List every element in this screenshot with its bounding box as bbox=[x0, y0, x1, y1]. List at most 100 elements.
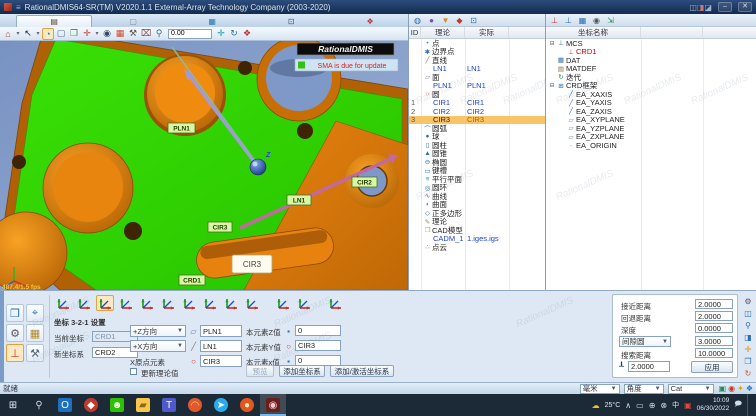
clock[interactable]: 10:09 06/30/2022 bbox=[697, 397, 730, 413]
csys-row-EA_ZXPLANE[interactable]: ▱EA_ZXPLANE bbox=[546, 133, 756, 142]
view-eye-icon[interactable]: ◉ bbox=[101, 28, 113, 40]
outlook-app[interactable]: O bbox=[52, 394, 78, 416]
explorer-app[interactable]: ▰ bbox=[130, 394, 156, 416]
delete-icon[interactable]: ⌧ bbox=[140, 28, 152, 40]
probe-compass-icon[interactable]: ◔ bbox=[42, 28, 54, 40]
clearance-select[interactable]: 间隙圆▼ bbox=[619, 336, 671, 347]
temperature[interactable]: 25°C bbox=[605, 402, 621, 409]
tab-display[interactable]: ⊡ bbox=[253, 15, 329, 27]
axes-dropdown-icon[interactable]: ▾ bbox=[94, 28, 100, 40]
add-activate-csys-button[interactable]: 添加/激活坐标系 bbox=[330, 365, 394, 377]
strip-probe2-icon[interactable]: ❒ bbox=[742, 356, 754, 366]
strip-view-icon[interactable]: ◨ bbox=[742, 332, 754, 342]
solid-view-icon[interactable]: ❐ bbox=[68, 28, 80, 40]
tolerance-input[interactable] bbox=[168, 29, 212, 39]
viewport-canvas[interactable]: Z PLN1 LN1 CIR2 CIR3 bbox=[0, 41, 408, 290]
label-pln1[interactable]: PLN1 bbox=[168, 123, 195, 133]
dock-sensor-button[interactable]: ⚙ bbox=[6, 324, 24, 342]
security-app[interactable]: ◆ bbox=[78, 394, 104, 416]
rotate-view-icon[interactable]: ↻ bbox=[228, 28, 240, 40]
menu-icon[interactable]: ≡ bbox=[16, 3, 21, 12]
feature-row-圆[interactable]: ○圆 bbox=[409, 90, 545, 99]
csys-row-CRD框架[interactable]: ⊟⊞CRD框架 bbox=[546, 82, 756, 91]
column-theory[interactable]: 理论 bbox=[421, 27, 465, 38]
depth-field[interactable] bbox=[695, 323, 733, 333]
dock-csys-button[interactable]: ⊥ bbox=[6, 344, 24, 362]
probe-group-icon[interactable]: ❖ bbox=[241, 28, 253, 40]
teams-app[interactable]: T bbox=[156, 394, 182, 416]
cat-select[interactable]: Cat▼ bbox=[668, 384, 714, 394]
csys-machine-tool[interactable] bbox=[326, 295, 344, 311]
csys-add-icon[interactable]: ⊥ bbox=[563, 15, 574, 26]
status-indicator-3[interactable]: ✦ bbox=[737, 384, 744, 393]
csys-datum-tool[interactable] bbox=[295, 295, 313, 311]
viewport-3d[interactable]: Z PLN1 LN1 CIR2 CIR3 bbox=[0, 41, 408, 290]
column-actual[interactable]: 实际 bbox=[465, 27, 509, 38]
select-region-icon[interactable]: ▢ bbox=[55, 28, 67, 40]
tree-expander-icon[interactable]: ⊟ bbox=[548, 40, 556, 47]
csys-cad-align-tool[interactable] bbox=[180, 295, 198, 311]
dock-machine-button[interactable]: ⚒ bbox=[26, 344, 44, 362]
x-feature-field[interactable] bbox=[200, 340, 242, 352]
csys-export-icon[interactable]: ⇲ bbox=[605, 15, 616, 26]
rationaldmis-app[interactable]: ◉ bbox=[260, 394, 286, 416]
x-direction-select[interactable]: +X方向▼ bbox=[130, 340, 186, 352]
feature-sphere-icon[interactable]: ◍ bbox=[412, 15, 423, 26]
csys-321-tool[interactable] bbox=[54, 295, 72, 311]
color-map-icon[interactable]: ▦ bbox=[114, 28, 126, 40]
clip-plane-icon[interactable]: ✛ bbox=[215, 28, 227, 40]
csys-row-EA_YAXIS[interactable]: ╱EA_YAXIS bbox=[546, 99, 756, 108]
alert-icon[interactable]: ▣ bbox=[684, 401, 692, 410]
hidden-icons-chevron[interactable]: ∧ bbox=[625, 401, 631, 410]
status-indicator-2[interactable]: ◉ bbox=[728, 384, 735, 393]
label-cir3[interactable]: CIR3 bbox=[208, 222, 232, 232]
csys-row-EA_YZPLANE[interactable]: ▱EA_YZPLANE bbox=[546, 124, 756, 133]
csys-axis-icon[interactable]: ⊥ bbox=[549, 15, 560, 26]
label-ln1[interactable]: LN1 bbox=[287, 195, 311, 205]
approach-field[interactable] bbox=[695, 299, 733, 309]
csys-iterative-tool[interactable] bbox=[138, 295, 156, 311]
tab-options[interactable]: ❖ bbox=[332, 15, 408, 27]
clearance-field[interactable] bbox=[695, 336, 733, 346]
cursor-icon[interactable]: ↖ bbox=[22, 28, 34, 40]
titlebar-remote-icon[interactable]: ◫ bbox=[689, 3, 697, 12]
preview-button[interactable]: 预览 bbox=[246, 365, 274, 377]
feature-row-CAD模型[interactable]: ❒CAD模型 bbox=[409, 226, 545, 235]
retract-field[interactable] bbox=[695, 311, 733, 321]
tab-measure[interactable]: ▤ bbox=[16, 15, 92, 27]
strip-probe-icon[interactable]: ⚙ bbox=[742, 296, 754, 306]
csys-translate-tool[interactable] bbox=[243, 295, 261, 311]
firefox-app[interactable]: ◠ bbox=[182, 394, 208, 416]
feature-row-直线[interactable]: ╱直线 bbox=[409, 56, 545, 65]
search-field[interactable] bbox=[695, 348, 733, 358]
wechat-app[interactable]: ☻ bbox=[104, 394, 130, 416]
origin-feature-field[interactable] bbox=[200, 355, 242, 367]
csys-build-tool[interactable] bbox=[274, 295, 292, 311]
battery-icon[interactable]: ▭ bbox=[636, 401, 644, 410]
notification-center-icon[interactable]: 🗩 bbox=[734, 400, 742, 411]
feature-ball-icon[interactable]: ● bbox=[426, 15, 437, 26]
strip-sensor-icon[interactable]: ◫ bbox=[742, 308, 754, 318]
csys-row-DAT[interactable]: ▦DAT bbox=[546, 56, 756, 65]
update-theory-checkbox[interactable] bbox=[130, 368, 137, 375]
search-button[interactable]: ⚲ bbox=[26, 394, 52, 416]
csys-row-EA_ORIGIN[interactable]: ·EA_ORIGIN bbox=[546, 141, 756, 150]
tree-expander-icon[interactable]: ⊟ bbox=[548, 82, 556, 89]
measure-tools-icon[interactable]: ⚒ bbox=[127, 28, 139, 40]
column-csys-name[interactable]: 坐标名称 bbox=[546, 27, 641, 38]
csys-row-CRD1[interactable]: ⊥CRD1 bbox=[546, 48, 756, 57]
csys-offset-tool[interactable] bbox=[201, 295, 219, 311]
probe-tip-field[interactable] bbox=[628, 361, 670, 372]
feature-display-icon[interactable]: ⊡ bbox=[468, 15, 479, 26]
strip-rotate-icon[interactable]: ↻ bbox=[742, 368, 754, 378]
apply-button[interactable]: 应用 bbox=[691, 361, 733, 373]
strip-gear-icon[interactable]: ✛ bbox=[742, 344, 754, 354]
status-indicator-1[interactable]: ▣ bbox=[719, 384, 727, 393]
dock-rack-button[interactable]: ▦ bbox=[26, 324, 44, 342]
cursor-dropdown-icon[interactable]: ▾ bbox=[35, 28, 41, 40]
feature-filter-icon[interactable]: ▼ bbox=[440, 15, 451, 26]
z-direction-select[interactable]: +Z方向▼ bbox=[130, 325, 186, 337]
strip-zoom-icon[interactable]: ⚲ bbox=[742, 320, 754, 330]
zoom-icon[interactable]: ⚲ bbox=[153, 28, 165, 40]
ime-indicator[interactable]: 中 bbox=[672, 400, 679, 410]
